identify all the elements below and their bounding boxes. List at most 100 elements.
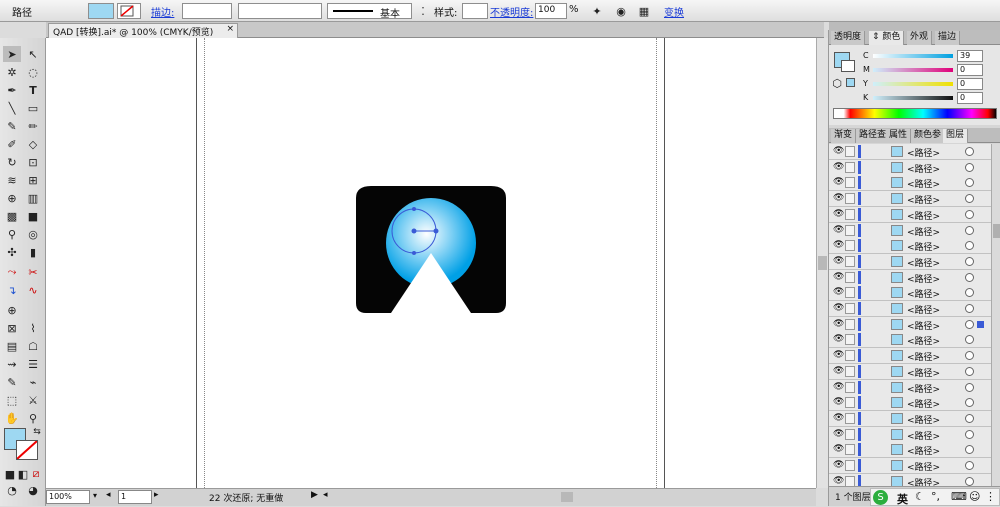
stroke-link[interactable]: 描边: bbox=[151, 4, 174, 19]
variable-width-profile[interactable] bbox=[238, 3, 322, 19]
channel-k-input[interactable]: 0 bbox=[957, 92, 983, 104]
lock-toggle[interactable] bbox=[845, 303, 855, 314]
lock-toggle[interactable] bbox=[845, 318, 855, 330]
brush-definition-select[interactable]: 基本 bbox=[327, 3, 412, 20]
visibility-eye-icon[interactable]: 👁 bbox=[833, 444, 844, 454]
tab-color-guide[interactable]: 颜色参 bbox=[911, 129, 946, 143]
lock-toggle[interactable] bbox=[845, 460, 855, 471]
visibility-eye-icon[interactable]: 👁 bbox=[833, 162, 844, 172]
width-tool-icon[interactable]: ⤳ bbox=[3, 264, 21, 280]
layer-row[interactable]: 👁 <路径> bbox=[829, 458, 991, 474]
lock-toggle[interactable] bbox=[845, 208, 855, 220]
tab-layers[interactable]: 图层 bbox=[943, 129, 969, 143]
layer-row[interactable]: 👁 <路径> bbox=[829, 473, 991, 486]
visibility-eye-icon[interactable]: 👁 bbox=[833, 225, 844, 235]
layer-row[interactable]: 👁 <路径> bbox=[829, 269, 991, 286]
target-circle-icon[interactable] bbox=[965, 413, 974, 423]
column-graph-icon[interactable]: ▮ bbox=[24, 244, 42, 260]
eyedropper-icon[interactable]: ⚲ bbox=[3, 226, 21, 242]
visibility-eye-icon[interactable]: 👁 bbox=[833, 177, 844, 187]
eraser-icon[interactable]: ◇ bbox=[24, 136, 42, 152]
channel-c-input[interactable]: 39 bbox=[957, 50, 983, 62]
list-icon[interactable]: ☰ bbox=[24, 356, 42, 372]
layer-row[interactable]: 👁 <路径> bbox=[829, 301, 991, 317]
visibility-eye-icon[interactable]: 👁 bbox=[833, 256, 844, 266]
target-circle-icon[interactable] bbox=[965, 147, 974, 156]
artwork[interactable] bbox=[346, 178, 516, 318]
target-circle-icon[interactable] bbox=[965, 398, 974, 408]
target-circle-icon[interactable] bbox=[965, 366, 974, 376]
color-spectrum[interactable] bbox=[833, 108, 997, 119]
lock-toggle[interactable] bbox=[845, 287, 855, 299]
canvas[interactable] bbox=[46, 38, 816, 488]
layer-row[interactable]: 👁 <路径> bbox=[829, 144, 991, 160]
layer-name[interactable]: <路径> bbox=[907, 146, 940, 159]
punctuation-icon[interactable]: °, bbox=[931, 490, 940, 503]
lock-toggle[interactable] bbox=[845, 255, 855, 267]
user-icon[interactable]: ☺ bbox=[969, 490, 980, 503]
layer-name[interactable]: <路径> bbox=[907, 256, 940, 269]
shape-builder-icon[interactable]: ⊕ bbox=[3, 190, 21, 206]
tab-gradient[interactable]: 渐变 bbox=[831, 129, 857, 143]
visibility-eye-icon[interactable]: 👁 bbox=[833, 193, 844, 203]
panel-stroke-swatch[interactable] bbox=[841, 60, 855, 72]
swap-fill-stroke-icon[interactable]: ⇆ bbox=[28, 424, 46, 440]
visibility-eye-icon[interactable]: 👁 bbox=[833, 209, 844, 219]
channel-m-input[interactable]: 0 bbox=[957, 64, 983, 76]
recolor-artwork-icon[interactable]: ✦ bbox=[588, 3, 606, 19]
live-paint-icon[interactable]: ☖ bbox=[24, 338, 42, 354]
gradient-bottom-point[interactable] bbox=[412, 251, 416, 255]
status-menu-icon[interactable]: ▶ bbox=[311, 490, 318, 500]
opacity-input[interactable]: 100 bbox=[535, 3, 567, 19]
target-circle-icon[interactable] bbox=[965, 335, 974, 345]
warp-icon[interactable]: ≋ bbox=[3, 172, 21, 188]
lock-toggle[interactable] bbox=[845, 240, 855, 252]
moon-icon[interactable]: ☾ bbox=[915, 490, 925, 503]
visibility-eye-icon[interactable]: 👁 bbox=[833, 429, 844, 439]
brush-options-icon[interactable]: ⁚ bbox=[414, 3, 432, 19]
layer-name[interactable]: <路径> bbox=[907, 303, 940, 316]
lock-toggle[interactable] bbox=[845, 381, 855, 393]
direct-selection-icon[interactable]: ↖ bbox=[24, 46, 42, 62]
layer-name[interactable]: <路径> bbox=[907, 350, 940, 363]
visibility-eye-icon[interactable]: 👁 bbox=[833, 366, 844, 376]
layer-row[interactable]: 👁 <路径> bbox=[829, 426, 991, 443]
scroll-left-icon[interactable]: ◂ bbox=[323, 490, 328, 500]
tab-transparency[interactable]: 透明度 bbox=[831, 31, 866, 45]
target-circle-icon[interactable] bbox=[965, 272, 974, 282]
artboard-icon[interactable]: ⊠ bbox=[3, 320, 21, 336]
visibility-eye-icon[interactable]: 👁 bbox=[833, 460, 844, 470]
lock-toggle[interactable] bbox=[845, 397, 855, 409]
target-circle-icon[interactable] bbox=[965, 241, 974, 251]
visibility-eye-icon[interactable]: 👁 bbox=[833, 272, 844, 282]
target-circle-icon[interactable] bbox=[965, 351, 974, 361]
gradient-origin-point[interactable] bbox=[411, 228, 417, 234]
graphic-style-swatch[interactable] bbox=[462, 3, 488, 19]
layer-row[interactable]: 👁 <路径> bbox=[829, 159, 991, 176]
target-circle-icon[interactable] bbox=[965, 382, 974, 392]
layer-name[interactable]: <路径> bbox=[907, 382, 940, 395]
rotate-icon[interactable]: ↻ bbox=[3, 154, 21, 170]
perspective-icon[interactable]: ▥ bbox=[24, 190, 42, 206]
visibility-eye-icon[interactable]: 👁 bbox=[833, 146, 844, 156]
layer-name[interactable]: <路径> bbox=[907, 162, 940, 175]
lock-toggle[interactable] bbox=[845, 224, 855, 236]
lock-toggle[interactable] bbox=[845, 444, 855, 456]
last-color-swatch[interactable] bbox=[846, 78, 855, 87]
layer-row[interactable]: 👁 <路径> bbox=[829, 348, 991, 365]
visibility-eye-icon[interactable]: 👁 bbox=[833, 476, 844, 486]
screen-mode-icon[interactable]: ◕ bbox=[24, 482, 42, 498]
sogou-icon[interactable]: S bbox=[873, 490, 888, 505]
magic-wand-icon[interactable]: ✲ bbox=[3, 64, 21, 80]
layer-name[interactable]: <路径> bbox=[907, 240, 940, 253]
layer-row[interactable]: 👁 <路径> bbox=[829, 222, 991, 239]
tab-attributes[interactable]: 属性 bbox=[886, 129, 912, 143]
measure-icon[interactable]: ⇝ bbox=[3, 356, 21, 372]
layer-row[interactable]: 👁 <路径> bbox=[829, 175, 991, 192]
eyedropper-2-icon[interactable]: ✎ bbox=[3, 374, 21, 390]
layer-row[interactable]: 👁 <路径> bbox=[829, 191, 991, 208]
crosshair-icon[interactable]: ⊕ bbox=[3, 302, 21, 318]
layer-row[interactable]: 👁 <路径> bbox=[829, 363, 991, 380]
lock-toggle[interactable] bbox=[845, 412, 855, 424]
visibility-eye-icon[interactable]: 👁 bbox=[833, 397, 844, 407]
